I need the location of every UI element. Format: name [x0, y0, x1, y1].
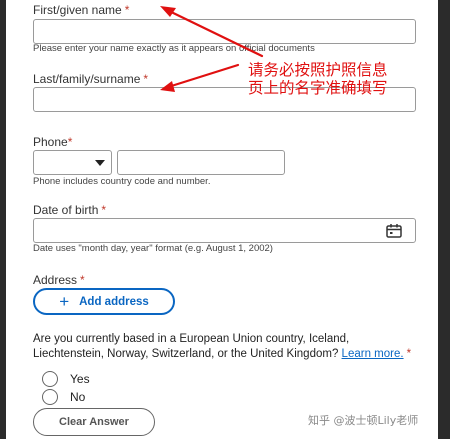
arrowhead-last-name	[160, 81, 175, 92]
watermark: 知乎 @波士顿Lily老师	[308, 414, 419, 427]
arrowhead-first-name	[160, 6, 176, 17]
arrow-to-first-name	[163, 7, 264, 58]
annotation-line-2: 页上的名字准确填写	[248, 79, 388, 97]
arrow-to-last-name	[163, 63, 240, 90]
annotation-line-1: 请务必按照护照信息	[248, 61, 388, 79]
annotation-text: 请务必按照护照信息 页上的名字准确填写	[248, 61, 388, 97]
